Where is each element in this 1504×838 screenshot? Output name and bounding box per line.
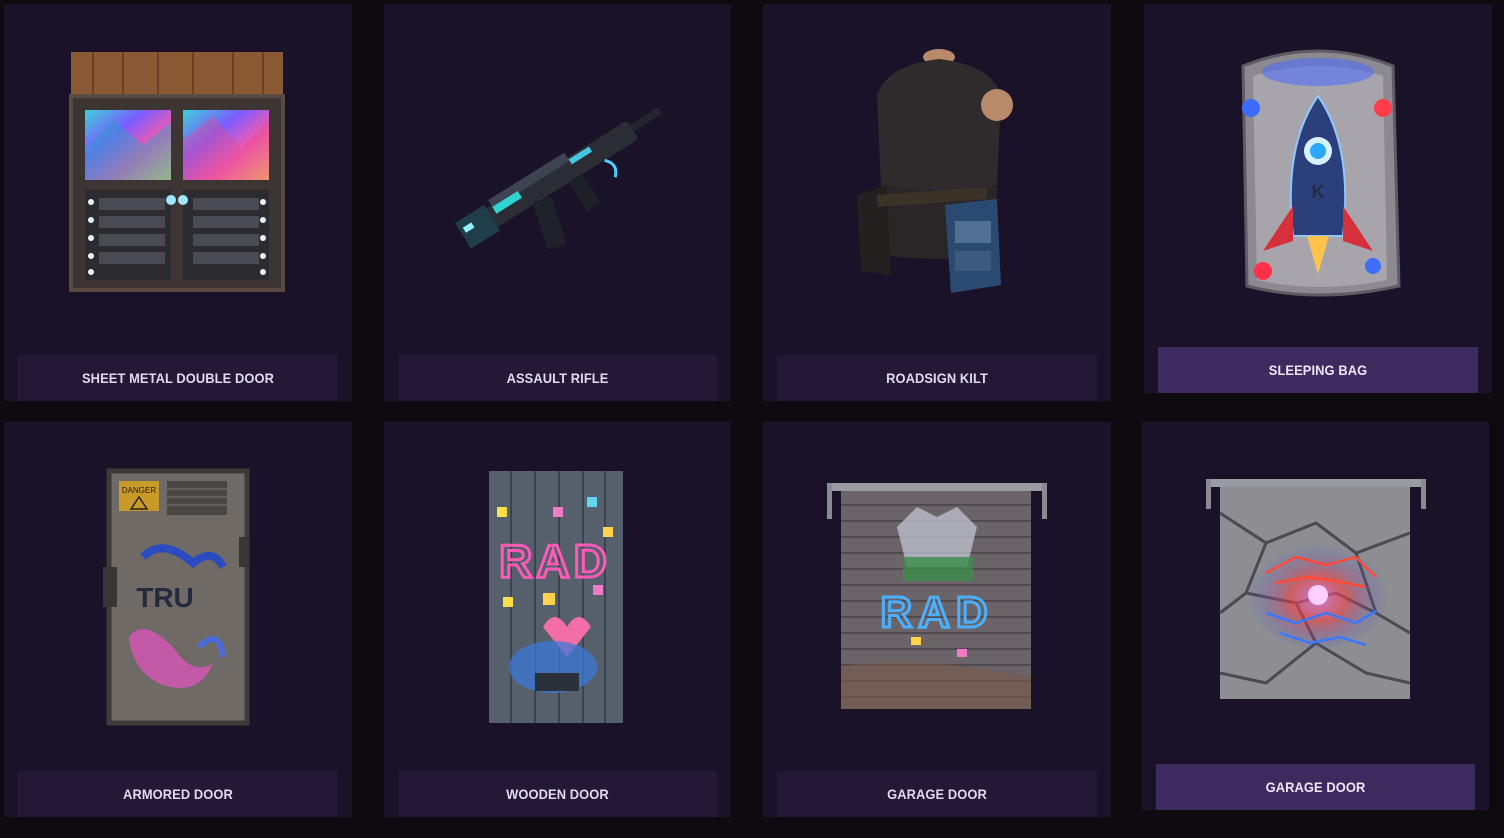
assault-rifle-icon — [384, 4, 731, 355]
item-name: ASSAULT RIFLE — [397, 355, 718, 401]
svg-text:DANGER: DANGER — [122, 486, 156, 495]
wooden-door-icon: RAD — [384, 422, 731, 771]
item-name: SHEET METAL DOUBLE DOOR — [17, 355, 339, 401]
skin-card-wooden-door[interactable]: RAD WOODEN DOOR — [384, 422, 731, 817]
skin-card-sheet-metal-double-door[interactable]: SHEET METAL DOUBLE DOOR — [4, 4, 352, 401]
armored-door-icon: DANGER TRU — [4, 422, 352, 771]
svg-text:RAD: RAD — [499, 535, 611, 587]
item-name: ROADSIGN KILT — [776, 355, 1098, 401]
skin-card-garage-door[interactable]: RAD GARAGE DOOR — [763, 422, 1111, 817]
svg-text:K: K — [1312, 182, 1325, 202]
item-name: WOODEN DOOR — [397, 771, 718, 817]
item-name: ARMORED DOOR — [17, 771, 339, 817]
roadsign-kilt-icon — [763, 4, 1111, 355]
garage-door-icon — [1142, 422, 1489, 764]
sleeping-bag-icon: K — [1144, 4, 1492, 347]
item-name: GARAGE DOOR — [776, 771, 1098, 817]
item-name: SLEEPING BAG — [1157, 347, 1479, 393]
svg-text:RAD: RAD — [880, 588, 993, 637]
skin-card-garage-door-2[interactable]: GARAGE DOOR — [1142, 422, 1489, 810]
skin-card-sleeping-bag[interactable]: K SLEEPING BAG — [1144, 4, 1492, 393]
skin-card-roadsign-kilt[interactable]: ROADSIGN KILT — [763, 4, 1111, 401]
skin-card-assault-rifle[interactable]: ASSAULT RIFLE — [384, 4, 731, 401]
svg-text:TRU: TRU — [136, 582, 194, 613]
garage-door-icon: RAD — [763, 422, 1111, 771]
skin-card-armored-door[interactable]: DANGER TRU ARMORED DOOR — [4, 422, 352, 817]
item-name: GARAGE DOOR — [1155, 764, 1476, 810]
sheet-metal-double-door-icon — [4, 4, 352, 355]
